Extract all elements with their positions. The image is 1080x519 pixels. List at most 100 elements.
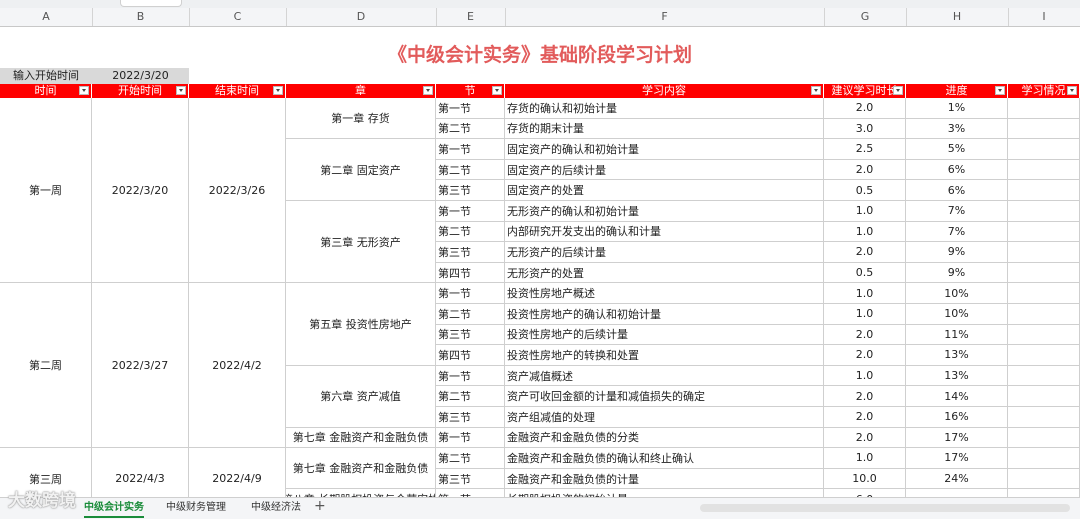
chapter-cell[interactable]: 第一章 存货: [286, 98, 436, 140]
section-cell[interactable]: 第一节: [436, 365, 505, 387]
content-cell[interactable]: 存货的确认和初始计量: [505, 98, 824, 119]
section-cell[interactable]: 第三节: [436, 468, 505, 490]
chapter-cell[interactable]: 第三章 无形资产: [286, 201, 436, 284]
filter-dropdown-icon[interactable]: [492, 86, 502, 95]
progress-cell[interactable]: 24%: [906, 468, 1008, 490]
progress-cell[interactable]: 17%: [906, 427, 1008, 449]
status-cell[interactable]: [1008, 180, 1080, 201]
week-start-date[interactable]: 2022/3/27: [92, 283, 189, 449]
section-cell[interactable]: 第一节: [436, 427, 505, 449]
week-start-date[interactable]: 2022/3/20: [92, 98, 189, 284]
status-cell[interactable]: [1008, 118, 1080, 140]
top-tab-stub[interactable]: [120, 0, 182, 7]
content-cell[interactable]: 固定资产的处置: [505, 180, 824, 201]
progress-cell[interactable]: 13%: [906, 345, 1008, 366]
chapter-cell[interactable]: 第二章 固定资产: [286, 139, 436, 201]
horizontal-scrollbar[interactable]: [700, 504, 1070, 512]
section-cell[interactable]: 第四节: [436, 345, 505, 366]
content-cell[interactable]: 固定资产的后续计量: [505, 159, 824, 181]
progress-cell[interactable]: 10%: [906, 283, 1008, 304]
section-cell[interactable]: 第一节: [436, 98, 505, 119]
progress-cell[interactable]: 13%: [906, 365, 1008, 387]
sheet-tab-2[interactable]: 中级财务管理: [166, 500, 226, 516]
content-cell[interactable]: 投资性房地产的转换和处置: [505, 345, 824, 366]
progress-cell[interactable]: 7%: [906, 221, 1008, 243]
week-cell[interactable]: 第一周: [0, 98, 92, 284]
content-cell[interactable]: 投资性房地产概述: [505, 283, 824, 304]
content-cell[interactable]: 金融资产和金融负债的确认和终止确认: [505, 448, 824, 469]
content-cell[interactable]: 金融资产和金融负债的分类: [505, 427, 824, 449]
week-cell[interactable]: 第二周: [0, 283, 92, 449]
progress-cell[interactable]: 10%: [906, 304, 1008, 325]
col-letter-c[interactable]: C: [189, 8, 287, 26]
chapter-cell[interactable]: 第七章 金融资产和金融负债: [286, 427, 436, 449]
content-cell[interactable]: 投资性房地产的确认和初始计量: [505, 304, 824, 325]
add-sheet-icon[interactable]: +: [314, 498, 326, 514]
section-cell[interactable]: 第三节: [436, 407, 505, 428]
progress-cell[interactable]: 3%: [906, 118, 1008, 140]
chapter-cell[interactable]: 第五章 投资性房地产: [286, 283, 436, 366]
section-cell[interactable]: 第一节: [436, 283, 505, 304]
status-cell[interactable]: [1008, 468, 1080, 490]
hours-cell[interactable]: 2.0: [824, 242, 906, 263]
section-cell[interactable]: 第二节: [436, 386, 505, 407]
hours-cell[interactable]: 1.0: [824, 201, 906, 222]
hours-cell[interactable]: 1.0: [824, 221, 906, 243]
hours-cell[interactable]: 2.0: [824, 427, 906, 449]
sheet-tab-active[interactable]: 中级会计实务: [84, 500, 144, 518]
status-cell[interactable]: [1008, 324, 1080, 346]
content-cell[interactable]: 金融资产和金融负债的计量: [505, 468, 824, 490]
hours-cell[interactable]: 10.0: [824, 468, 906, 490]
status-cell[interactable]: [1008, 159, 1080, 181]
status-cell[interactable]: [1008, 262, 1080, 284]
col-letter-f[interactable]: F: [505, 8, 825, 26]
status-cell[interactable]: [1008, 98, 1080, 119]
hours-cell[interactable]: 2.0: [824, 159, 906, 181]
section-cell[interactable]: 第四节: [436, 262, 505, 284]
progress-cell[interactable]: 16%: [906, 407, 1008, 428]
content-cell[interactable]: 无形资产的处置: [505, 262, 824, 284]
section-cell[interactable]: 第一节: [436, 201, 505, 222]
section-cell[interactable]: 第三节: [436, 324, 505, 346]
hours-cell[interactable]: 1.0: [824, 283, 906, 304]
col-letter-d[interactable]: D: [286, 8, 437, 26]
section-cell[interactable]: 第二节: [436, 118, 505, 140]
status-cell[interactable]: [1008, 201, 1080, 222]
section-cell[interactable]: 第三节: [436, 242, 505, 263]
hours-cell[interactable]: 2.0: [824, 386, 906, 407]
section-cell[interactable]: 第二节: [436, 221, 505, 243]
col-letter-g[interactable]: G: [824, 8, 907, 26]
hours-cell[interactable]: 2.0: [824, 345, 906, 366]
content-cell[interactable]: 无形资产的后续计量: [505, 242, 824, 263]
progress-cell[interactable]: 14%: [906, 386, 1008, 407]
hours-cell[interactable]: 1.0: [824, 365, 906, 387]
content-cell[interactable]: 资产可收回金额的计量和减值损失的确定: [505, 386, 824, 407]
progress-cell[interactable]: 17%: [906, 448, 1008, 469]
hours-cell[interactable]: 2.0: [824, 407, 906, 428]
filter-dropdown-icon[interactable]: [995, 86, 1005, 95]
status-cell[interactable]: [1008, 139, 1080, 160]
status-cell[interactable]: [1008, 427, 1080, 449]
hours-cell[interactable]: 3.0: [824, 118, 906, 140]
chapter-cell[interactable]: 第七章 金融资产和金融负债: [286, 448, 436, 490]
col-letter-b[interactable]: B: [92, 8, 190, 26]
filter-dropdown-icon[interactable]: [176, 86, 186, 95]
week-end-date[interactable]: 2022/4/2: [189, 283, 286, 449]
content-cell[interactable]: 投资性房地产的后续计量: [505, 324, 824, 346]
status-cell[interactable]: [1008, 283, 1080, 304]
section-cell[interactable]: 第二节: [436, 448, 505, 469]
section-cell[interactable]: 第三节: [436, 180, 505, 201]
hours-cell[interactable]: 0.5: [824, 262, 906, 284]
hours-cell[interactable]: 0.5: [824, 180, 906, 201]
week-end-date[interactable]: 2022/3/26: [189, 98, 286, 284]
sheet-tab-3[interactable]: 中级经济法: [251, 500, 301, 516]
hours-cell[interactable]: 2.0: [824, 324, 906, 346]
col-letter-i[interactable]: I: [1008, 8, 1080, 26]
progress-cell[interactable]: 6%: [906, 180, 1008, 201]
col-letter-a[interactable]: A: [0, 8, 93, 26]
content-cell[interactable]: 资产组减值的处理: [505, 407, 824, 428]
content-cell[interactable]: 资产减值概述: [505, 365, 824, 387]
status-cell[interactable]: [1008, 448, 1080, 469]
col-letter-e[interactable]: E: [436, 8, 506, 26]
status-cell[interactable]: [1008, 304, 1080, 325]
